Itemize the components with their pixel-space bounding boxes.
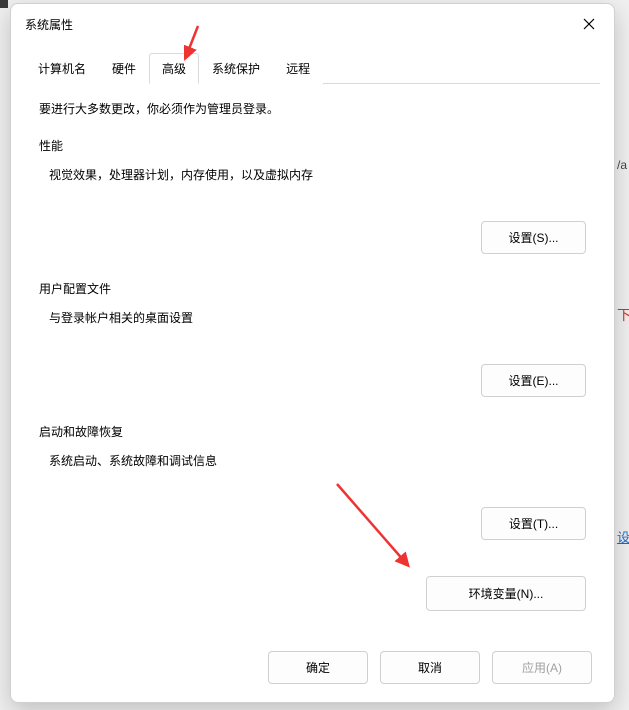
background-text: /a [617,158,629,176]
user-profiles-settings-button[interactable]: 设置(E)... [481,364,586,397]
environment-variables-button[interactable]: 环境变量(N)... [426,576,586,611]
tabbar: 计算机名 硬件 高级 系统保护 远程 [25,52,600,84]
background-link: 设 [617,527,629,545]
group-user-profiles-desc: 与登录帐户相关的桌面设置 [39,309,586,326]
tab-computer-name[interactable]: 计算机名 [25,53,99,84]
group-startup-recovery: 启动和故障恢复 系统启动、系统故障和调试信息 设置(T)... [39,423,586,548]
dialog-footer: 确定 取消 应用(A) [11,637,614,702]
window-title: 系统属性 [25,16,73,33]
cancel-button[interactable]: 取消 [380,651,480,684]
group-startup-recovery-desc: 系统启动、系统故障和调试信息 [39,452,586,469]
titlebar: 系统属性 [11,4,614,44]
tab-system-protection[interactable]: 系统保护 [199,53,273,84]
group-user-profiles: 用户配置文件 与登录帐户相关的桌面设置 设置(E)... [39,280,586,405]
background-text: 下 [617,305,629,323]
close-button[interactable] [574,12,604,36]
performance-settings-button[interactable]: 设置(S)... [481,221,586,254]
apply-button[interactable]: 应用(A) [492,651,592,684]
startup-recovery-settings-button[interactable]: 设置(T)... [481,507,586,540]
admin-note: 要进行大多数更改，你必须作为管理员登录。 [39,100,586,117]
group-user-profiles-title: 用户配置文件 [39,280,586,297]
background-fragment [0,0,8,8]
group-performance-title: 性能 [39,137,586,154]
group-performance-desc: 视觉效果，处理器计划，内存使用，以及虚拟内存 [39,166,586,183]
ok-button[interactable]: 确定 [268,651,368,684]
tab-hardware[interactable]: 硬件 [99,53,149,84]
group-startup-recovery-title: 启动和故障恢复 [39,423,586,440]
tab-advanced[interactable]: 高级 [149,53,199,84]
group-performance: 性能 视觉效果，处理器计划，内存使用，以及虚拟内存 设置(S)... [39,137,586,262]
close-icon [583,18,595,30]
system-properties-dialog: 系统属性 计算机名 硬件 高级 系统保护 远程 要进行大多数更改，你必须作为管理… [10,3,615,703]
tab-remote[interactable]: 远程 [273,53,323,84]
tab-content: 要进行大多数更改，你必须作为管理员登录。 性能 视觉效果，处理器计划，内存使用，… [11,84,614,637]
